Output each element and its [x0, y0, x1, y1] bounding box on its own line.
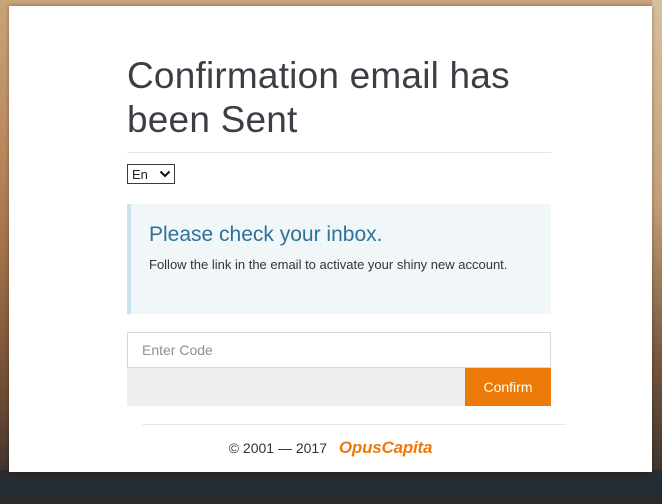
opuscapita-logo: OpusCapita — [338, 438, 433, 457]
confirm-row: Confirm — [127, 368, 551, 406]
card-content: Confirmation email has been Sent En Plea… — [127, 6, 551, 406]
notice-body: Follow the link in the email to activate… — [149, 257, 508, 272]
background-photo-right-edge — [652, 0, 662, 504]
title-divider — [127, 152, 551, 153]
language-select[interactable]: En — [127, 164, 175, 184]
chevron-down-icon — [159, 168, 171, 180]
code-input[interactable] — [127, 332, 551, 368]
copyright-text: © 2001 — 2017 — [228, 440, 327, 456]
footer-divider — [142, 424, 566, 425]
language-select-value: En — [132, 166, 148, 182]
page-title: Confirmation email has been Sent — [127, 55, 510, 140]
background-photo-bottom-edge — [0, 470, 662, 504]
notice-heading: Please check your inbox. — [149, 223, 383, 246]
footer: © 2001 — 2017 OpusCapita — [9, 438, 652, 458]
confirm-button[interactable]: Confirm — [465, 368, 551, 406]
inbox-notice: Please check your inbox. Follow the link… — [127, 204, 551, 314]
confirmation-card: Confirmation email has been Sent En Plea… — [9, 6, 652, 472]
